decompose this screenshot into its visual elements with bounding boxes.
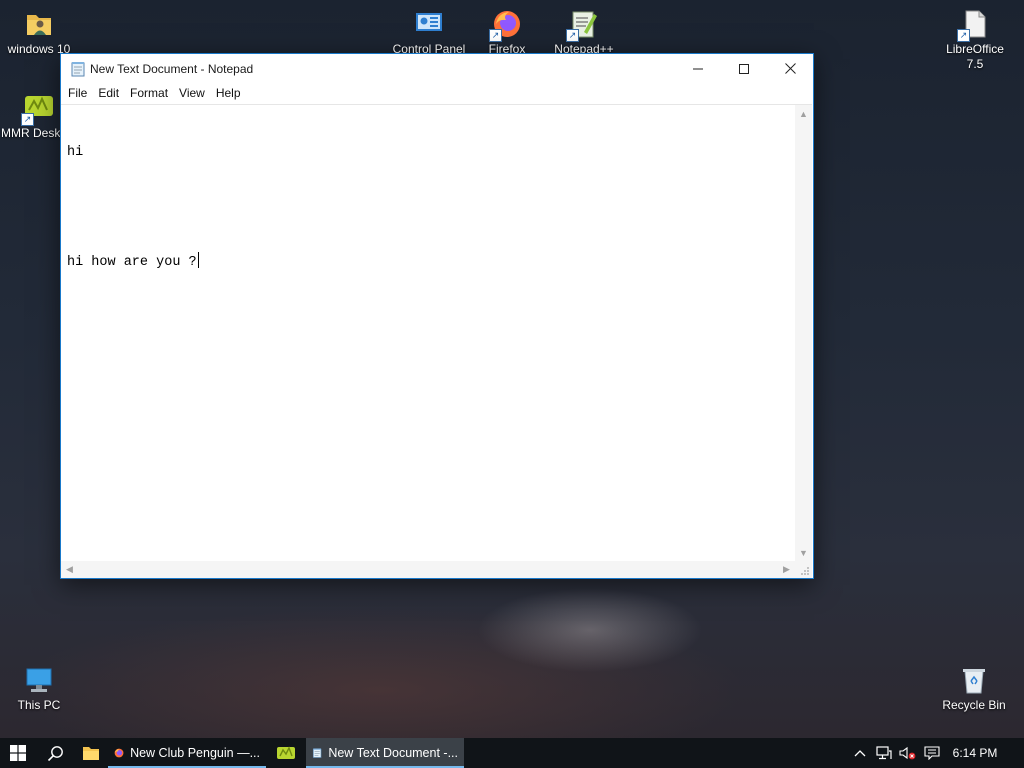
menu-format[interactable]: Format xyxy=(125,84,173,102)
search-button[interactable] xyxy=(36,738,74,768)
close-icon xyxy=(784,63,796,74)
desktop-icon-control-panel[interactable]: Control Panel xyxy=(391,8,467,57)
recycle-bin-icon xyxy=(958,664,990,696)
desktop: windows 10 ↗ MMR Desktop Control Panel ↗… xyxy=(0,0,1024,738)
scroll-down-icon[interactable]: ▼ xyxy=(795,544,812,561)
menu-bar: File Edit Format View Help xyxy=(61,83,813,103)
desktop-icon-libreoffice[interactable]: ↗ LibreOffice 7.5 xyxy=(937,8,1013,72)
vertical-scrollbar[interactable]: ▲ ▼ xyxy=(795,105,812,561)
control-panel-icon xyxy=(413,8,445,40)
text-line: hi how are you ? xyxy=(67,252,795,270)
notepad-icon xyxy=(312,748,322,758)
desktop-icon-firefox[interactable]: ↗ Firefox xyxy=(469,8,545,57)
maximize-button[interactable] xyxy=(721,54,767,83)
scroll-up-icon[interactable]: ▲ xyxy=(795,105,812,122)
volume-button[interactable] xyxy=(896,738,920,768)
desktop-icon-label: Recycle Bin xyxy=(942,698,1006,712)
scroll-left-icon[interactable]: ◀ xyxy=(61,561,78,578)
taskbar: New Club Penguin —... New Text Document … xyxy=(0,738,1024,768)
clock[interactable]: 6:14 PM xyxy=(944,738,1006,768)
firefox-icon xyxy=(114,748,124,758)
network-button[interactable] xyxy=(872,738,896,768)
desktop-icon-notepadpp[interactable]: ↗ Notepad++ xyxy=(546,8,622,57)
folder-icon xyxy=(83,747,99,760)
taskbar-app-label: New Text Document -... xyxy=(328,746,458,760)
action-center-icon xyxy=(924,746,940,760)
shortcut-arrow-icon: ↗ xyxy=(566,29,579,42)
desktop-icon-label: This PC xyxy=(17,698,61,712)
taskbar-app-firefox[interactable]: New Club Penguin —... xyxy=(108,738,266,768)
volume-muted-icon xyxy=(899,746,916,760)
desktop-icon-label: LibreOffice 7.5 xyxy=(946,42,1004,71)
start-button[interactable] xyxy=(0,738,36,768)
user-folder-icon xyxy=(23,8,55,40)
minimize-icon xyxy=(693,68,703,69)
notifications-button[interactable] xyxy=(920,738,944,768)
shortcut-arrow-icon: ↗ xyxy=(21,113,34,126)
scroll-right-icon[interactable]: ▶ xyxy=(778,561,795,578)
menu-view[interactable]: View xyxy=(174,84,210,102)
file-explorer-button[interactable] xyxy=(74,738,108,768)
network-icon xyxy=(876,746,892,760)
chevron-up-icon xyxy=(854,750,866,757)
taskbar-app-mmr[interactable] xyxy=(266,738,306,768)
windows-logo-icon xyxy=(10,745,26,761)
libreoffice-icon: ↗ xyxy=(957,8,991,42)
text-line xyxy=(67,198,795,216)
firefox-icon: ↗ xyxy=(489,8,523,42)
show-hidden-icons-button[interactable] xyxy=(848,738,872,768)
menu-file[interactable]: File xyxy=(63,84,92,102)
shortcut-arrow-icon: ↗ xyxy=(489,29,502,42)
show-desktop-button[interactable] xyxy=(1006,738,1024,768)
minimize-button[interactable] xyxy=(675,54,721,83)
text-caret xyxy=(197,252,199,268)
system-tray: 6:14 PM xyxy=(848,738,1024,768)
shortcut-arrow-icon: ↗ xyxy=(957,29,970,42)
search-icon xyxy=(47,745,63,761)
taskbar-app-label: New Club Penguin —... xyxy=(130,746,260,760)
desktop-icon-recycle-bin[interactable]: Recycle Bin xyxy=(936,664,1012,713)
mmr-app-icon xyxy=(277,746,295,759)
text-editor-area[interactable]: hi hi how are you ? xyxy=(61,105,795,561)
window-title: New Text Document - Notepad xyxy=(90,61,254,76)
resize-grip-icon[interactable] xyxy=(795,561,812,578)
notepad-window[interactable]: New Text Document - Notepad File Edit Fo… xyxy=(60,53,814,579)
close-button[interactable] xyxy=(767,54,813,83)
taskbar-app-notepad[interactable]: New Text Document -... xyxy=(306,738,464,768)
menu-help[interactable]: Help xyxy=(211,84,246,102)
menu-edit[interactable]: Edit xyxy=(93,84,124,102)
horizontal-scrollbar[interactable]: ◀ ▶ xyxy=(61,561,795,578)
text-line: hi xyxy=(67,145,84,160)
maximize-icon xyxy=(739,63,749,74)
desktop-icon-this-pc[interactable]: This PC xyxy=(1,664,77,713)
notepadpp-icon: ↗ xyxy=(566,8,600,42)
desktop-icon-windows10[interactable]: windows 10 xyxy=(1,8,77,57)
computer-icon xyxy=(23,664,55,696)
editor: hi hi how are you ? ▲ ▼ ◀ ▶ xyxy=(61,104,812,578)
title-bar[interactable]: New Text Document - Notepad xyxy=(61,54,813,83)
notepad-icon xyxy=(71,61,85,76)
mmr-app-icon: ↗ xyxy=(21,92,55,126)
